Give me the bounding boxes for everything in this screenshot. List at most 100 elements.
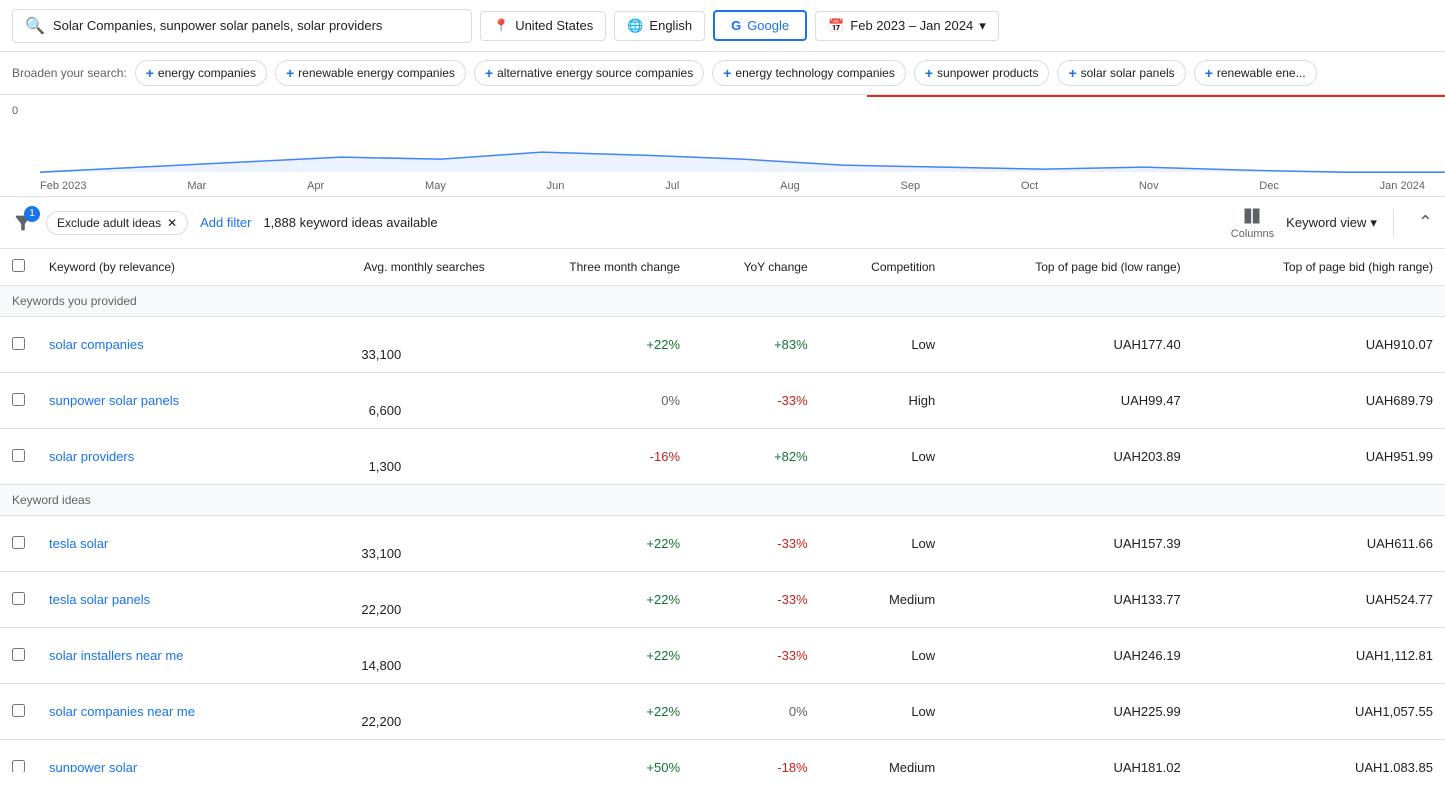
bid-low-cell: UAH133.77: [947, 572, 1193, 628]
location-pin-icon: 📍: [493, 18, 509, 34]
chart-area: 0 Feb 2023 Mar Apr May Jun Jul Aug Sep O…: [0, 97, 1445, 197]
google-icon: G: [731, 18, 741, 33]
plus-icon: +: [925, 65, 933, 81]
bid-high-cell: UAH611.66: [1193, 516, 1445, 572]
date-range-button[interactable]: 📅 Feb 2023 – Jan 2024 ▾: [815, 11, 999, 41]
broaden-chip-alternative-energy[interactable]: + alternative energy source companies: [474, 60, 704, 86]
broaden-chip-renewable-more[interactable]: + renewable ene...: [1194, 60, 1317, 86]
row-checkbox[interactable]: [12, 704, 25, 717]
translate-icon: 🌐: [627, 18, 643, 34]
row-checkbox[interactable]: [12, 536, 25, 549]
broaden-chip-solar-panels[interactable]: + solar solar panels: [1057, 60, 1185, 86]
row-checkbox-cell[interactable]: [0, 740, 37, 773]
row-checkbox-cell[interactable]: [0, 684, 37, 740]
keyword-view-button[interactable]: Keyword view ▾: [1286, 215, 1377, 231]
competition-header: Competition: [820, 249, 948, 286]
row-checkbox[interactable]: [12, 592, 25, 605]
search-box[interactable]: 🔍: [12, 9, 472, 43]
three-month-cell: +22%: [497, 317, 692, 373]
row-checkbox-cell[interactable]: [0, 317, 37, 373]
trend-chart: [40, 117, 1445, 177]
collapse-button[interactable]: ⌃: [1418, 212, 1433, 233]
broaden-chip-sunpower-products[interactable]: + sunpower products: [914, 60, 1050, 86]
table-row: tesla solar 33,100 +22% -33% Low UAH157.…: [0, 516, 1445, 572]
plus-icon: +: [485, 65, 493, 81]
columns-label: Columns: [1231, 228, 1274, 240]
section-title: Keyword ideas: [0, 485, 1445, 516]
row-checkbox-cell[interactable]: [0, 373, 37, 429]
keyword-cell[interactable]: sunpower solar: [37, 740, 283, 773]
chevron-down-icon: ▾: [979, 18, 986, 34]
keyword-link[interactable]: sunpower solar: [49, 760, 137, 772]
location-button[interactable]: 📍 United States: [480, 11, 606, 41]
close-icon[interactable]: ✕: [167, 216, 177, 230]
mini-trend-chart: [405, 439, 485, 471]
broaden-label: Broaden your search:: [12, 66, 127, 80]
language-button[interactable]: 🌐 English: [614, 11, 705, 41]
keyword-link[interactable]: tesla solar: [49, 536, 108, 551]
keyword-cell[interactable]: tesla solar: [37, 516, 283, 572]
monthly-searches-cell: 33,100: [283, 317, 497, 373]
row-checkbox[interactable]: [12, 449, 25, 462]
table-row: solar companies 33,100 +22% +83% Low UAH…: [0, 317, 1445, 373]
three-month-cell: +22%: [497, 628, 692, 684]
yoy-header: YoY change: [692, 249, 820, 286]
search-input[interactable]: [53, 18, 459, 33]
bid-low-cell: UAH157.39: [947, 516, 1193, 572]
monthly-searches-header: Avg. monthly searches: [283, 249, 497, 286]
row-checkbox[interactable]: [12, 648, 25, 661]
keyword-link[interactable]: solar companies near me: [49, 704, 195, 719]
row-checkbox-cell[interactable]: [0, 628, 37, 684]
exclude-adult-chip[interactable]: Exclude adult ideas ✕: [46, 211, 188, 235]
keyword-cell[interactable]: tesla solar panels: [37, 572, 283, 628]
monthly-searches-cell: 22,200: [283, 684, 497, 740]
yoy-cell: -33%: [692, 373, 820, 429]
three-month-header: Three month change: [497, 249, 692, 286]
keyword-link[interactable]: solar installers near me: [49, 648, 183, 663]
keyword-link[interactable]: sunpower solar panels: [49, 393, 179, 408]
keyword-link[interactable]: solar companies: [49, 337, 144, 352]
chevron-down-icon: ▾: [1370, 215, 1377, 231]
bid-low-cell: UAH225.99: [947, 684, 1193, 740]
month-label: Sep: [901, 180, 921, 192]
keyword-cell[interactable]: sunpower solar panels: [37, 373, 283, 429]
keyword-cell[interactable]: solar installers near me: [37, 628, 283, 684]
broaden-chip-energy-tech[interactable]: + energy technology companies: [712, 60, 906, 86]
language-label: English: [649, 18, 692, 33]
yoy-cell: -33%: [692, 572, 820, 628]
bid-low-cell: UAH181.02: [947, 740, 1193, 773]
add-filter-button[interactable]: Add filter: [200, 215, 251, 230]
month-label: May: [425, 180, 446, 192]
row-checkbox-cell[interactable]: [0, 516, 37, 572]
chip-label: energy companies: [158, 66, 256, 80]
row-checkbox-cell[interactable]: [0, 429, 37, 485]
keyword-cell[interactable]: solar companies: [37, 317, 283, 373]
keyword-link[interactable]: solar providers: [49, 449, 134, 464]
broaden-chip-renewable-energy[interactable]: + renewable energy companies: [275, 60, 466, 86]
columns-icon: [1242, 206, 1262, 226]
month-label: Nov: [1139, 180, 1159, 192]
monthly-searches-cell: 6,600: [283, 373, 497, 429]
monthly-searches-cell: 22,200: [283, 572, 497, 628]
table-row: solar companies near me 22,200 +22% 0% L…: [0, 684, 1445, 740]
keyword-link[interactable]: tesla solar panels: [49, 592, 150, 607]
row-checkbox[interactable]: [12, 337, 25, 350]
keyword-cell[interactable]: solar providers: [37, 429, 283, 485]
bid-low-header: Top of page bid (low range): [947, 249, 1193, 286]
row-checkbox-cell[interactable]: [0, 572, 37, 628]
select-all-checkbox[interactable]: [12, 259, 25, 272]
chip-label: renewable ene...: [1217, 66, 1306, 80]
competition-cell: Low: [820, 628, 948, 684]
yoy-cell: 0%: [692, 684, 820, 740]
filter-icon-button[interactable]: 1: [12, 212, 34, 234]
row-checkbox[interactable]: [12, 760, 25, 773]
row-checkbox[interactable]: [12, 393, 25, 406]
select-all-header[interactable]: [0, 249, 37, 286]
broaden-chip-energy-companies[interactable]: + energy companies: [135, 60, 267, 86]
engine-button[interactable]: G Google: [713, 10, 807, 41]
columns-button[interactable]: Columns: [1231, 206, 1274, 240]
yoy-cell: +83%: [692, 317, 820, 373]
competition-cell: Medium: [820, 740, 948, 773]
keyword-cell[interactable]: solar companies near me: [37, 684, 283, 740]
plus-icon: +: [723, 65, 731, 81]
